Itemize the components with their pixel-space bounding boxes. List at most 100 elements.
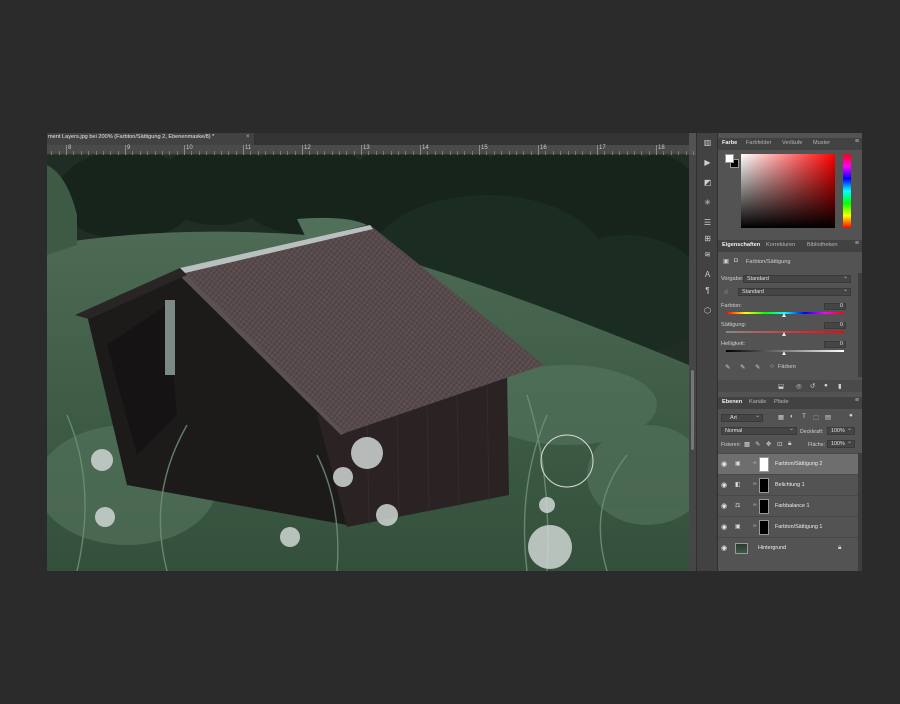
trash-icon[interactable]: ▮: [838, 382, 842, 390]
layer-mask-thumbnail[interactable]: [759, 520, 769, 535]
eye-icon[interactable]: ◉: [721, 502, 727, 510]
hue-adjust-slider[interactable]: [726, 312, 844, 317]
layers-scrollbar[interactable]: [858, 453, 862, 571]
tab-verlaeufe[interactable]: Verläufe: [782, 140, 803, 146]
link-icon[interactable]: ∞: [753, 523, 757, 529]
panel-dock: Farbe Farbfelder Verläufe Muster ≡ Eigen…: [718, 133, 862, 571]
tab-eigenschaften[interactable]: Eigenschaften: [722, 242, 760, 248]
hue-slider-knob[interactable]: [782, 313, 786, 317]
adjustment-layer-icon: ▣: [723, 258, 730, 265]
hand-target-icon[interactable]: ☝: [724, 288, 728, 296]
hue-label: Farbton:: [721, 303, 742, 309]
history-icon[interactable]: ▥: [701, 137, 714, 149]
tab-pfade[interactable]: Pfade: [774, 399, 789, 405]
panel-menu-icon[interactable]: ≡: [855, 397, 859, 404]
layer-name[interactable]: Hintergrund: [758, 545, 786, 551]
eye-icon[interactable]: ◉: [721, 544, 727, 552]
layer-name[interactable]: Farbbalance 1: [775, 503, 809, 509]
lightness-slider-knob[interactable]: [782, 351, 786, 355]
tab-farbe[interactable]: Farbe: [722, 140, 737, 146]
colorize-checkbox[interactable]: ○: [770, 363, 774, 370]
lightness-label: Helligkeit:: [721, 341, 746, 347]
eye-icon[interactable]: ◉: [721, 523, 727, 531]
eyedropper-icon[interactable]: ✎: [725, 363, 730, 371]
properties-scrollbar[interactable]: [858, 273, 862, 377]
lock-image-icon[interactable]: ✎: [755, 440, 760, 448]
eye-icon[interactable]: ◉: [721, 481, 727, 489]
play-action-icon[interactable]: ▶: [701, 157, 714, 169]
layer-row[interactable]: ◉ Hintergrund 🔒︎: [718, 537, 858, 558]
reset-icon[interactable]: ↺: [810, 382, 815, 390]
tab-bibliotheken[interactable]: Bibliotheken: [807, 242, 837, 248]
hue-value[interactable]: 0: [824, 303, 846, 310]
saturation-slider[interactable]: [726, 331, 844, 336]
opacity-field[interactable]: 100%: [827, 426, 855, 435]
layer-row[interactable]: ◉ ▣ ∞ Farbton/Sättigung 1: [718, 516, 858, 537]
hue-slider[interactable]: [843, 154, 851, 228]
document-tab[interactable]: ment Layers.jpg bei 200% (Farbton/Sättig…: [47, 133, 255, 145]
layer-mask-thumbnail[interactable]: [759, 499, 769, 514]
layer-row[interactable]: ◉ ◧ ∞ Belichtung 1: [718, 474, 858, 495]
saturation-value[interactable]: 0: [824, 322, 846, 329]
visibility-icon[interactable]: ●: [824, 382, 828, 389]
lightness-value[interactable]: 0: [824, 341, 846, 348]
tab-bar-background: [255, 133, 689, 145]
eyedropper-minus-icon[interactable]: ✎: [755, 363, 760, 371]
channels-icon[interactable]: ≋: [701, 249, 714, 261]
panel-menu-icon[interactable]: ≡: [855, 240, 859, 247]
filter-shape-icon[interactable]: ⬚: [813, 413, 819, 421]
layer-name[interactable]: Farbton/Sättigung 2: [775, 461, 822, 467]
lock-all-icon[interactable]: 🔒︎: [788, 440, 791, 448]
tab-farbfelder[interactable]: Farbfelder: [746, 140, 772, 146]
layer-name[interactable]: Farbton/Sättigung 1: [775, 524, 822, 530]
filter-pixel-icon[interactable]: ▦: [778, 413, 784, 421]
preset-select[interactable]: Standard: [743, 274, 851, 283]
filter-toggle-icon[interactable]: ●: [849, 412, 853, 419]
brush-settings-icon[interactable]: ✳: [701, 197, 714, 209]
view-previous-icon[interactable]: ◎: [796, 382, 802, 390]
layer-row[interactable]: ◉ ▣ ∞ Farbton/Sättigung 2: [718, 453, 858, 474]
layer-mask-thumbnail[interactable]: [759, 457, 769, 472]
color-balance-adjustment-icon: ⚖: [735, 503, 741, 509]
lightness-slider[interactable]: [726, 350, 844, 355]
3d-icon[interactable]: ⬡: [701, 305, 714, 317]
close-tab-icon[interactable]: ×: [246, 134, 250, 140]
lock-artboard-icon[interactable]: ⊡: [777, 440, 782, 448]
foreground-color-swatch[interactable]: [725, 154, 734, 163]
layer-thumbnail[interactable]: [735, 543, 748, 554]
eyedropper-plus-icon[interactable]: ✎: [740, 363, 745, 371]
document-canvas[interactable]: [47, 155, 689, 571]
layer-filter-select[interactable]: Art: [721, 413, 763, 422]
layer-mask-thumbnail[interactable]: [759, 478, 769, 493]
lock-transparency-icon[interactable]: ▩: [744, 440, 750, 448]
tab-muster[interactable]: Muster: [813, 140, 830, 146]
lock-position-icon[interactable]: ✥: [766, 440, 771, 448]
character-icon[interactable]: A: [701, 269, 714, 281]
paragraph-icon[interactable]: ¶: [701, 285, 714, 297]
color-panel-icon[interactable]: ◩: [701, 177, 714, 189]
link-icon[interactable]: ∞: [753, 502, 757, 508]
tab-kanaele[interactable]: Kanäle: [749, 399, 766, 405]
filter-smart-icon[interactable]: ▤: [825, 413, 831, 421]
fill-field[interactable]: 100%: [827, 439, 855, 448]
tab-korrekturen[interactable]: Korrekturen: [766, 242, 795, 248]
saturation-slider-knob[interactable]: [782, 332, 786, 336]
blend-mode-select[interactable]: Normal: [721, 426, 797, 435]
layer-name[interactable]: Belichtung 1: [775, 482, 805, 488]
scrollbar-thumb[interactable]: [691, 370, 694, 450]
eye-icon[interactable]: ◉: [721, 460, 727, 468]
properties-icon[interactable]: ☰: [701, 217, 714, 229]
filter-adjustment-icon[interactable]: ◐: [790, 413, 794, 420]
adjustments-icon[interactable]: ⊞: [701, 233, 714, 245]
panel-menu-icon[interactable]: ≡: [855, 138, 859, 145]
link-icon[interactable]: ∞: [753, 481, 757, 487]
clip-to-layer-icon[interactable]: ⬓: [778, 382, 784, 390]
link-icon[interactable]: ∞: [753, 460, 757, 466]
filter-type-icon[interactable]: T: [802, 413, 806, 420]
tab-ebenen[interactable]: Ebenen: [722, 399, 742, 405]
canvas-vertical-scrollbar[interactable]: [689, 155, 696, 571]
color-picker-field[interactable]: [741, 154, 835, 228]
channel-select[interactable]: Standard: [738, 287, 851, 296]
hue-saturation-adjustment-icon: ▣: [735, 461, 741, 467]
layer-row[interactable]: ◉ ⚖ ∞ Farbbalance 1: [718, 495, 858, 516]
